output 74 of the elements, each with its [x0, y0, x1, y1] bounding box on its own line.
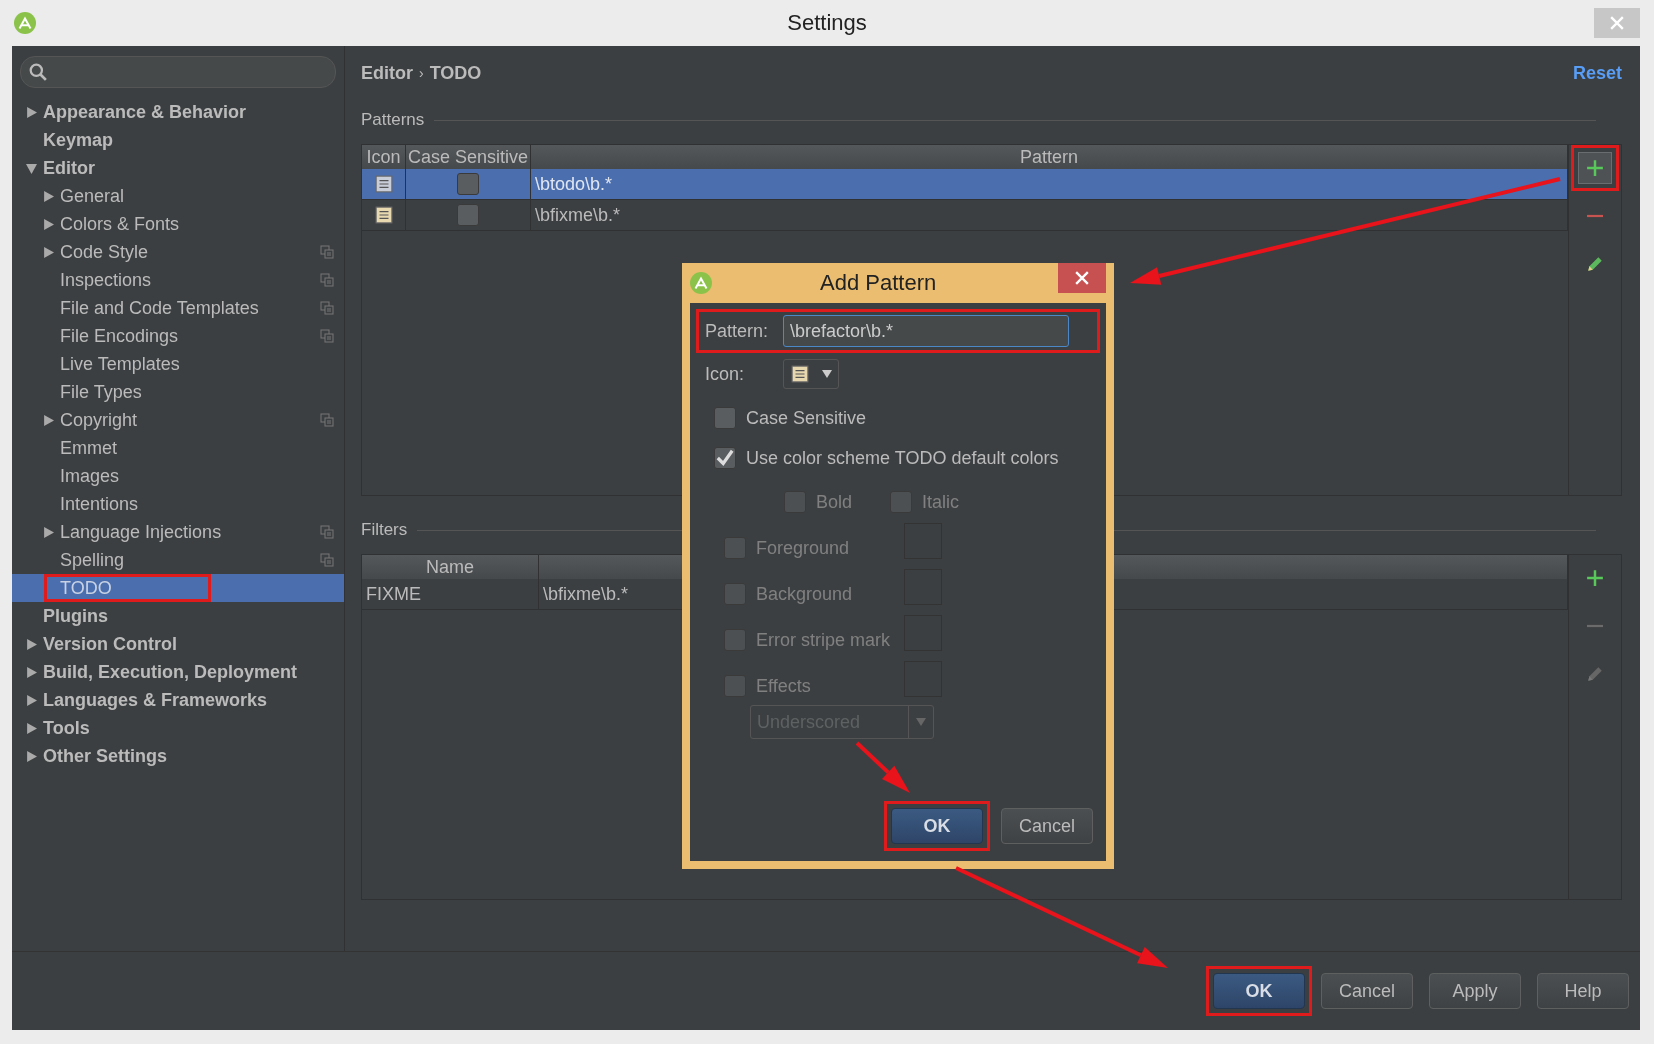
dialog-button[interactable]: OK [1213, 973, 1305, 1009]
dialog-button[interactable]: Cancel [1001, 808, 1093, 844]
dialog-button[interactable]: Apply [1429, 973, 1521, 1009]
pencil-icon [1586, 665, 1604, 683]
list-icon [374, 206, 393, 224]
list-icon [790, 365, 809, 383]
icon-dropdown[interactable] [783, 359, 839, 389]
app-logo-icon [14, 12, 36, 34]
reset-link[interactable]: Reset [1572, 62, 1622, 84]
checkbox-option[interactable]: Case Sensitive [714, 407, 1100, 429]
search-icon [29, 63, 47, 81]
minus-icon [1586, 624, 1604, 628]
column-header[interactable]: Name [362, 555, 539, 579]
breadcrumb-parent[interactable]: Editor [361, 62, 413, 84]
tree-item[interactable]: Plugins [12, 602, 344, 630]
tree-item[interactable]: Spelling [12, 546, 344, 574]
tree-item[interactable]: Build, Execution, Deployment [12, 658, 344, 686]
tree-item[interactable]: Emmet [12, 434, 344, 462]
app-logo-icon [690, 272, 712, 294]
checkmark-icon [716, 449, 734, 467]
tree-item[interactable]: Live Templates [12, 350, 344, 378]
checkbox[interactable] [714, 407, 736, 429]
pencil-icon [1586, 255, 1604, 273]
table-cell: \bfixme\b.* [531, 200, 1568, 230]
tree-item[interactable]: Version Control [12, 630, 344, 658]
tree-item[interactable]: General [12, 182, 344, 210]
pattern-field[interactable]: \brefactor\b.* [783, 315, 1069, 347]
search-field[interactable] [20, 56, 336, 88]
window-title: Settings [786, 10, 868, 36]
breadcrumb-separator: › [419, 65, 424, 81]
tree-item[interactable]: TODO [12, 574, 344, 602]
checkbox[interactable] [714, 447, 736, 469]
tree-item[interactable]: Languages & Frameworks [12, 686, 344, 714]
tree-item[interactable]: Keymap [12, 126, 344, 154]
close-button[interactable] [1058, 263, 1106, 293]
minus-icon [1586, 214, 1604, 218]
tree-item[interactable]: Tools [12, 714, 344, 742]
tree-item[interactable]: File and Code Templates [12, 294, 344, 322]
tree-item[interactable]: Copyright [12, 406, 344, 434]
tree-item[interactable]: Appearance & Behavior [12, 98, 344, 126]
checkbox-option[interactable]: Use color scheme TODO default colors [714, 447, 1100, 469]
field-label: Pattern: [705, 320, 770, 342]
section-title: Patterns [361, 110, 425, 130]
checkbox[interactable] [457, 204, 479, 226]
dialog-button[interactable]: OK [891, 808, 983, 844]
table-row[interactable]: \bfixme\b.* [362, 200, 1568, 231]
tree-item[interactable]: Images [12, 462, 344, 490]
dialog-button[interactable]: Cancel [1321, 973, 1413, 1009]
dropdown-arrow-icon [821, 370, 832, 378]
table-cell: \btodo\b.* [531, 169, 1568, 199]
close-icon [1075, 271, 1089, 285]
plus-icon [1586, 569, 1604, 587]
tree-item[interactable]: Editor [12, 154, 344, 182]
tree-item[interactable]: Code Style [12, 238, 344, 266]
add-button[interactable] [1578, 152, 1612, 184]
field-label: Icon: [705, 363, 746, 385]
tree-item[interactable]: Colors & Fonts [12, 210, 344, 238]
tree-item[interactable]: File Types [12, 378, 344, 406]
dropdown-arrow-icon [916, 718, 926, 726]
tree-item[interactable]: Intentions [12, 490, 344, 518]
breadcrumb-current: TODO [429, 62, 482, 84]
plus-icon [1586, 159, 1604, 177]
tree-item[interactable]: File Encodings [12, 322, 344, 350]
section-title: Filters [361, 520, 408, 540]
dialog-title: Add Pattern [820, 270, 937, 296]
arrow [855, 741, 910, 793]
checkbox[interactable] [457, 173, 479, 195]
tree-item[interactable]: Language Injections [12, 518, 344, 546]
tree-item[interactable]: Other Settings [12, 742, 344, 770]
tree-item[interactable]: Inspections [12, 266, 344, 294]
close-icon [1610, 16, 1624, 30]
list-icon [374, 175, 393, 193]
dialog-button[interactable]: Help [1537, 973, 1629, 1009]
table-row[interactable]: \btodo\b.* [362, 169, 1568, 200]
